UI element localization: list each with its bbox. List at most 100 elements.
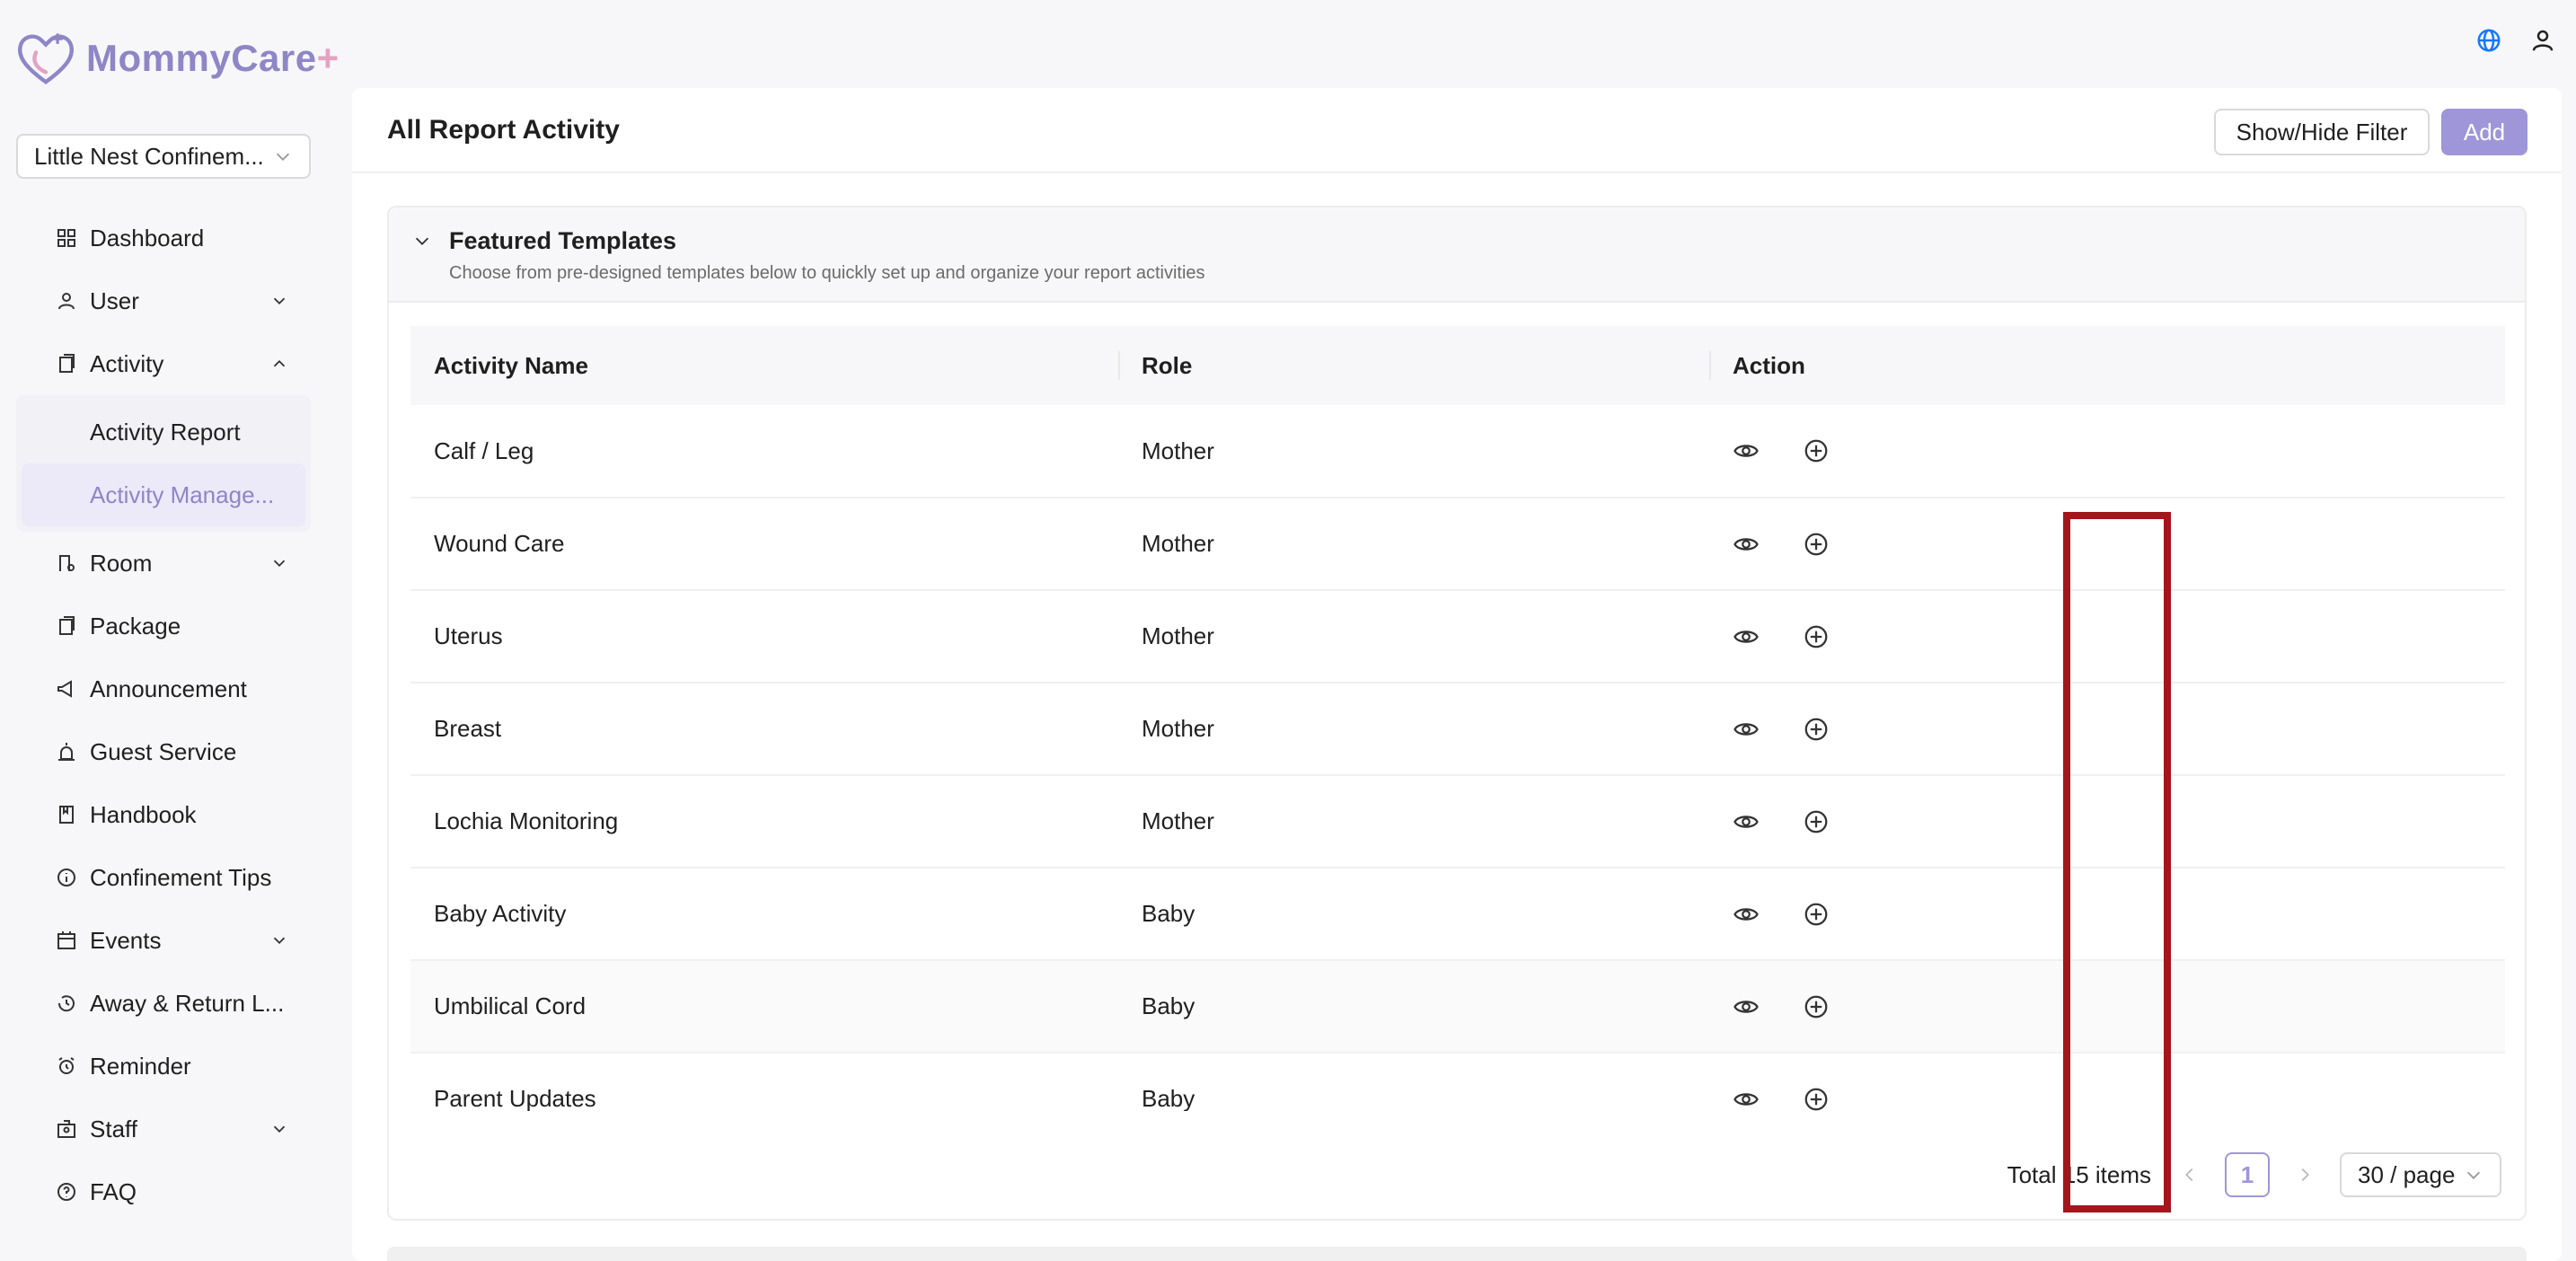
sidebar-item-handbook[interactable]: Handbook bbox=[16, 783, 311, 846]
sidebar-item-label: FAQ bbox=[90, 1177, 137, 1205]
plus-circle-icon[interactable] bbox=[1803, 901, 1830, 928]
row-actions bbox=[1733, 901, 2505, 928]
logo[interactable]: MommyCare+ bbox=[14, 27, 340, 90]
activity-doc-icon bbox=[59, 354, 75, 373]
next-section-edge bbox=[387, 1247, 2527, 1261]
sidebar-item-faq[interactable]: FAQ bbox=[16, 1160, 311, 1223]
show-hide-filter-button[interactable]: Show/Hide Filter bbox=[2214, 109, 2430, 155]
sidebar: MommyCare+ Little Nest Confinem... Dashb… bbox=[0, 0, 339, 1261]
dashboard-icon bbox=[57, 229, 75, 247]
heart-logo-icon bbox=[17, 33, 75, 84]
sidebar-item-confinement-tips[interactable]: Confinement Tips bbox=[16, 846, 311, 909]
eye-icon[interactable] bbox=[1733, 531, 1760, 558]
globe-icon[interactable] bbox=[2475, 27, 2502, 54]
featured-templates-subtitle: Choose from pre-designed templates below… bbox=[449, 263, 1205, 283]
plus-circle-icon[interactable] bbox=[1803, 623, 1830, 650]
sidebar-item-label: Confinement Tips bbox=[90, 863, 272, 891]
page-size-select[interactable]: 30 / page bbox=[2340, 1152, 2501, 1197]
activity-name-cell: Uterus bbox=[434, 622, 503, 649]
eye-icon[interactable] bbox=[1733, 993, 1760, 1020]
action-cell bbox=[1709, 683, 2505, 775]
table-row: Lochia Monitoring Mother bbox=[410, 775, 2505, 868]
brand-name: MommyCare+ bbox=[86, 37, 340, 79]
row-actions bbox=[1733, 716, 2505, 743]
chevron-up-icon bbox=[273, 359, 286, 367]
chevron-down-icon bbox=[273, 297, 286, 305]
plus-circle-icon[interactable] bbox=[1803, 437, 1830, 464]
activity-name-cell: Wound Care bbox=[434, 530, 565, 557]
sidebar-item-label: Activity Manage... bbox=[90, 481, 275, 508]
chevron-down-icon bbox=[2466, 1171, 2481, 1179]
package-icon bbox=[59, 616, 75, 635]
sidebar-item-staff[interactable]: Staff bbox=[16, 1098, 311, 1160]
page-size-value: 30 / page bbox=[2358, 1160, 2456, 1188]
eye-icon[interactable] bbox=[1733, 437, 1760, 464]
action-cell bbox=[1709, 498, 2505, 590]
sidebar-item-label: Package bbox=[90, 612, 181, 639]
sidebar-item-label: Events bbox=[90, 926, 162, 954]
table-row: Calf / Leg Mother bbox=[410, 405, 2505, 498]
add-button[interactable]: Add bbox=[2441, 109, 2527, 155]
activity-name-cell: Calf / Leg bbox=[434, 436, 534, 464]
role-cell: Baby bbox=[1142, 992, 1195, 1019]
chevron-right-icon[interactable] bbox=[2295, 1165, 2315, 1185]
room-icon bbox=[59, 555, 75, 571]
sidebar-item-announcement[interactable]: Announcement bbox=[16, 657, 311, 720]
eye-icon[interactable] bbox=[1733, 1086, 1760, 1112]
sidebar-item-user[interactable]: User bbox=[16, 269, 311, 332]
chevron-left-icon[interactable] bbox=[2180, 1165, 2200, 1185]
featured-templates-card: Featured Templates Choose from pre-desig… bbox=[387, 206, 2527, 1221]
book-icon bbox=[59, 806, 74, 824]
pagination-total: Total 15 items bbox=[2007, 1160, 2151, 1188]
eye-icon[interactable] bbox=[1733, 623, 1760, 650]
sidebar-item-room[interactable]: Room bbox=[16, 532, 311, 595]
sidebar-item-label: Away & Return L... bbox=[90, 989, 285, 1017]
activity-name-cell: Parent Updates bbox=[434, 1085, 596, 1111]
table-row: Breast Mother bbox=[410, 683, 2505, 775]
sidebar-item-reminder[interactable]: Reminder bbox=[16, 1035, 311, 1098]
plus-circle-icon[interactable] bbox=[1803, 716, 1830, 743]
history-icon bbox=[57, 995, 75, 1012]
eye-icon[interactable] bbox=[1733, 808, 1760, 835]
row-actions bbox=[1733, 808, 2505, 835]
sidebar-item-label: Activity bbox=[90, 349, 164, 377]
sidebar-item-label: Reminder bbox=[90, 1052, 191, 1080]
sidebar-item-package[interactable]: Package bbox=[16, 595, 311, 657]
alarm-bell-icon bbox=[58, 743, 75, 761]
role-cell: Mother bbox=[1142, 530, 1214, 557]
column-header-action: Action bbox=[1709, 326, 2505, 405]
eye-icon[interactable] bbox=[1733, 716, 1760, 743]
plus-circle-icon[interactable] bbox=[1803, 531, 1830, 558]
sidebar-item-activity[interactable]: Activity bbox=[16, 332, 311, 395]
row-actions bbox=[1733, 437, 2505, 464]
calendar-icon bbox=[57, 931, 75, 949]
row-actions bbox=[1733, 623, 2505, 650]
organization-select[interactable]: Little Nest Confinem... bbox=[16, 134, 311, 179]
sidebar-item-guest-service[interactable]: Guest Service bbox=[16, 720, 311, 783]
row-actions bbox=[1733, 531, 2505, 558]
sidebar-item-away-return[interactable]: Away & Return L... bbox=[16, 972, 311, 1035]
sidebar-item-dashboard[interactable]: Dashboard bbox=[16, 207, 311, 269]
sidebar-item-activity-management[interactable]: Activity Manage... bbox=[22, 463, 305, 526]
action-cell bbox=[1709, 960, 2505, 1053]
templates-table-scroll[interactable]: Activity Name Role Action Calf / Leg Moth… bbox=[410, 326, 2505, 1111]
sidebar-item-label: Handbook bbox=[90, 800, 197, 828]
role-cell: Mother bbox=[1142, 715, 1214, 742]
sidebar-item-events[interactable]: Events bbox=[16, 909, 311, 972]
pagination-page-1[interactable]: 1 bbox=[2225, 1152, 2270, 1197]
plus-circle-icon[interactable] bbox=[1803, 1086, 1830, 1112]
sidebar-item-label: Staff bbox=[90, 1115, 138, 1142]
plus-circle-icon[interactable] bbox=[1803, 808, 1830, 835]
column-header-activity-name: Activity Name bbox=[434, 351, 588, 379]
sidebar-nav: Dashboard User Activity Activity Report … bbox=[16, 207, 311, 1223]
chevron-down-icon[interactable] bbox=[412, 231, 432, 251]
row-actions bbox=[1733, 1086, 2505, 1112]
activity-name-cell: Lochia Monitoring bbox=[434, 807, 619, 834]
eye-icon[interactable] bbox=[1733, 901, 1760, 928]
featured-templates-header[interactable]: Featured Templates Choose from pre-desig… bbox=[389, 207, 2525, 303]
row-actions bbox=[1733, 993, 2505, 1020]
sidebar-item-activity-report[interactable]: Activity Report bbox=[16, 401, 311, 463]
user-profile-icon[interactable] bbox=[2529, 27, 2556, 54]
plus-circle-icon[interactable] bbox=[1803, 993, 1830, 1020]
alarm-clock-icon bbox=[58, 1057, 75, 1074]
